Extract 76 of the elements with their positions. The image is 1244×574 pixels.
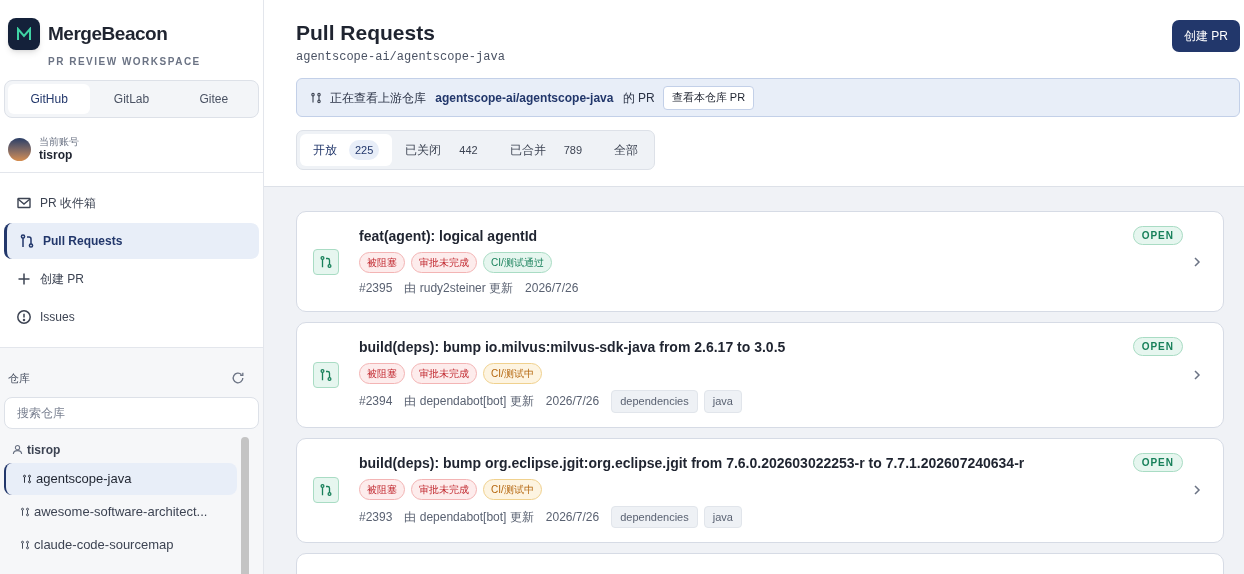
check-badge: 被阻塞 xyxy=(359,478,405,500)
pr-author: 由 rudy2steiner 更新 xyxy=(404,280,514,297)
filter-tab[interactable]: 已合并 789 xyxy=(496,134,602,166)
pr-author: 由 dependabot[bot] 更新 xyxy=(404,508,534,526)
repo-path: agentscope-ai/agentscope-java xyxy=(296,49,505,66)
check-badge: 审批未完成 xyxy=(411,478,477,500)
check-badge: CI/测试通过 xyxy=(483,252,552,273)
nav-item[interactable]: PR 收件箱 xyxy=(4,185,259,221)
pr-icon xyxy=(313,248,339,275)
repo-item[interactable]: agentscope-java xyxy=(4,462,237,495)
status-badge: OPEN xyxy=(1132,226,1183,245)
user-icon xyxy=(12,444,23,455)
provider-tab[interactable]: Gitee xyxy=(172,84,255,114)
provider-tab[interactable]: GitHub xyxy=(8,84,91,114)
account-name: tisrop xyxy=(39,148,74,162)
chevron-right-icon xyxy=(1191,255,1203,268)
filter-tab[interactable]: 已关闭 442 xyxy=(392,134,497,166)
label-tag: java xyxy=(703,505,742,528)
app-name: MergeBeacon xyxy=(48,21,168,46)
refresh-icon[interactable] xyxy=(231,371,245,386)
banner-text: 正在查看上游仓库 agentscope-ai/agentscope-java 的 PR xyxy=(330,89,655,107)
chevron-right-icon xyxy=(1191,368,1203,381)
branch-icon xyxy=(20,506,30,517)
provider-tab[interactable]: GitLab xyxy=(90,84,173,114)
logo-icon xyxy=(8,18,40,50)
label-tag: java xyxy=(703,390,742,413)
pr-card[interactable]: build(deps): bump io.milvus:milvus-sdk-java from 2.6.17 to 3.0.5 OPEN 被阻塞 审批未完成 CI/测试中 #2394 由 dependabot[bot] 更新 2026/7/26 dependencies java xyxy=(296,322,1224,428)
pr-icon xyxy=(313,361,339,388)
nav-item[interactable]: Pull Requests xyxy=(4,223,259,259)
repo-item[interactable]: claude-code-sourcemap xyxy=(4,528,237,561)
pr-card[interactable]: feat(agent): logical agentId OPEN 被阻塞 审批未完成 CI/测试通过 #2395 由 rudy2steiner 更新 2026/7/26 xyxy=(296,211,1224,312)
chevron-right-icon xyxy=(1191,484,1203,497)
pr-card[interactable]: build(deps): bump org.eclipse.jgit:org.eclipse.jgit from 7.6.0.202603022253-r to 7.7.1.202607240634-r OPEN 被阻塞 审批未完成 CI/测试中 #2393 由 dependabot[bot] 更新 2026/7/26 dependencies java xyxy=(296,437,1224,543)
pull-request-icon xyxy=(19,233,35,249)
label-tag: dependencies xyxy=(611,390,698,413)
pr-title[interactable]: feat(agent): logical agentId xyxy=(359,226,538,246)
avatar xyxy=(8,137,31,161)
filter-tab[interactable]: 全部 xyxy=(601,134,652,166)
plus-icon xyxy=(16,271,32,287)
repos-title: 仓库 xyxy=(8,371,30,386)
check-badge: CI/测试中 xyxy=(483,363,542,384)
repo-search-field[interactable]: 搜索仓库 xyxy=(4,396,259,429)
label-tag: dependencies xyxy=(611,505,698,528)
pr-number: #2394 xyxy=(359,393,393,411)
nav-item[interactable]: 创建 PR xyxy=(4,261,259,297)
alert-circle-icon xyxy=(16,309,32,325)
check-badge: 被阻塞 xyxy=(359,252,405,273)
pr-number: #2395 xyxy=(359,280,393,297)
repo-owner: tisrop xyxy=(27,441,61,459)
check-badge: CI/测试中 xyxy=(483,478,542,500)
status-badge: OPEN xyxy=(1132,452,1183,472)
scrollbar[interactable] xyxy=(241,436,249,574)
repo-item[interactable]: awesome-software-architect... xyxy=(4,495,237,528)
status-badge: OPEN xyxy=(1132,337,1183,356)
pr-author: 由 dependabot[bot] 更新 xyxy=(404,393,534,411)
pr-date: 2026/7/26 xyxy=(525,280,579,297)
pr-date: 2026/7/26 xyxy=(545,508,600,526)
branch-icon xyxy=(22,473,32,484)
create-pr-button[interactable]: 创建 PR xyxy=(1172,20,1240,52)
pr-date: 2026/7/26 xyxy=(545,393,600,411)
check-badge: 审批未完成 xyxy=(411,252,477,273)
pr-icon xyxy=(313,477,339,504)
account-caption: 当前账号 xyxy=(39,136,79,148)
pr-title[interactable]: build(deps): bump io.milvus:milvus-sdk-java from 2.6.17 to 3.0.5 xyxy=(359,337,786,357)
pr-number: #2393 xyxy=(359,508,393,526)
nav-item[interactable]: Issues xyxy=(4,299,259,335)
page-title: Pull Requests xyxy=(296,20,436,46)
filter-tab[interactable]: 开放 225 xyxy=(300,134,393,166)
check-badge: 被阻塞 xyxy=(359,363,405,384)
mail-icon xyxy=(16,195,32,211)
branch-icon xyxy=(310,91,322,104)
view-own-repo-button[interactable]: 查看本仓库 PR xyxy=(662,85,755,110)
check-badge: 审批未完成 xyxy=(411,363,477,384)
app-subtitle: PR REVIEW WORKSPACE xyxy=(48,55,202,69)
pr-title[interactable]: build(deps): bump org.eclipse.jgit:org.eclipse.jgit from 7.6.0.202603022253-r to 7.7.1.202607240634-r xyxy=(359,452,1025,473)
branch-icon xyxy=(20,539,30,550)
